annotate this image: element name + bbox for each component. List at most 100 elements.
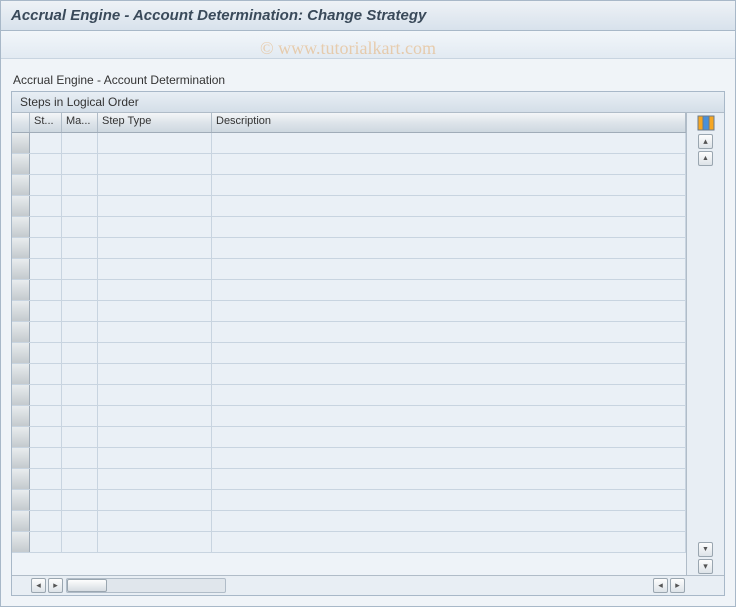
column-st[interactable]: St...	[30, 113, 62, 132]
table-row[interactable]	[12, 469, 686, 490]
row-selector[interactable]	[12, 469, 30, 489]
table-row[interactable]	[12, 427, 686, 448]
cell-step-type[interactable]	[98, 364, 212, 384]
scroll-left-end-button[interactable]: ◂	[653, 578, 668, 593]
cell-ma[interactable]	[62, 532, 98, 552]
cell-description[interactable]	[212, 490, 686, 510]
column-selector[interactable]	[12, 113, 30, 132]
table-row[interactable]	[12, 301, 686, 322]
cell-description[interactable]	[212, 448, 686, 468]
cell-step-type[interactable]	[98, 301, 212, 321]
scroll-page-up-button[interactable]: ▲	[698, 151, 713, 166]
cell-st[interactable]	[30, 448, 62, 468]
cell-step-type[interactable]	[98, 322, 212, 342]
cell-description[interactable]	[212, 322, 686, 342]
cell-description[interactable]	[212, 238, 686, 258]
row-selector[interactable]	[12, 490, 30, 510]
table-row[interactable]	[12, 280, 686, 301]
cell-description[interactable]	[212, 196, 686, 216]
cell-st[interactable]	[30, 154, 62, 174]
cell-st[interactable]	[30, 469, 62, 489]
cell-description[interactable]	[212, 154, 686, 174]
row-selector[interactable]	[12, 532, 30, 552]
cell-step-type[interactable]	[98, 406, 212, 426]
cell-step-type[interactable]	[98, 427, 212, 447]
row-selector[interactable]	[12, 133, 30, 153]
table-row[interactable]	[12, 385, 686, 406]
row-selector[interactable]	[12, 196, 30, 216]
cell-st[interactable]	[30, 385, 62, 405]
cell-st[interactable]	[30, 364, 62, 384]
table-row[interactable]	[12, 343, 686, 364]
table-row[interactable]	[12, 133, 686, 154]
cell-ma[interactable]	[62, 238, 98, 258]
cell-ma[interactable]	[62, 406, 98, 426]
row-selector[interactable]	[12, 448, 30, 468]
row-selector[interactable]	[12, 217, 30, 237]
cell-ma[interactable]	[62, 469, 98, 489]
cell-ma[interactable]	[62, 385, 98, 405]
cell-st[interactable]	[30, 301, 62, 321]
cell-ma[interactable]	[62, 196, 98, 216]
cell-step-type[interactable]	[98, 217, 212, 237]
cell-description[interactable]	[212, 406, 686, 426]
cell-st[interactable]	[30, 133, 62, 153]
cell-ma[interactable]	[62, 175, 98, 195]
cell-ma[interactable]	[62, 343, 98, 363]
cell-st[interactable]	[30, 259, 62, 279]
cell-st[interactable]	[30, 175, 62, 195]
cell-ma[interactable]	[62, 301, 98, 321]
scroll-up-button[interactable]: ▴	[698, 134, 713, 149]
row-selector[interactable]	[12, 154, 30, 174]
cell-step-type[interactable]	[98, 259, 212, 279]
table-row[interactable]	[12, 490, 686, 511]
row-selector[interactable]	[12, 406, 30, 426]
cell-ma[interactable]	[62, 322, 98, 342]
row-selector[interactable]	[12, 427, 30, 447]
cell-step-type[interactable]	[98, 490, 212, 510]
table-row[interactable]	[12, 448, 686, 469]
cell-ma[interactable]	[62, 133, 98, 153]
table-row[interactable]	[12, 532, 686, 553]
cell-st[interactable]	[30, 406, 62, 426]
cell-step-type[interactable]	[98, 511, 212, 531]
cell-description[interactable]	[212, 532, 686, 552]
cell-description[interactable]	[212, 133, 686, 153]
row-selector[interactable]	[12, 301, 30, 321]
cell-step-type[interactable]	[98, 532, 212, 552]
cell-description[interactable]	[212, 217, 686, 237]
cell-ma[interactable]	[62, 511, 98, 531]
cell-step-type[interactable]	[98, 343, 212, 363]
cell-ma[interactable]	[62, 490, 98, 510]
table-row[interactable]	[12, 238, 686, 259]
cell-description[interactable]	[212, 175, 686, 195]
row-selector[interactable]	[12, 238, 30, 258]
cell-step-type[interactable]	[98, 175, 212, 195]
cell-st[interactable]	[30, 343, 62, 363]
table-row[interactable]	[12, 154, 686, 175]
table-settings-icon[interactable]	[697, 115, 715, 131]
cell-step-type[interactable]	[98, 469, 212, 489]
row-selector[interactable]	[12, 343, 30, 363]
table-row[interactable]	[12, 259, 686, 280]
row-selector[interactable]	[12, 280, 30, 300]
row-selector[interactable]	[12, 364, 30, 384]
cell-ma[interactable]	[62, 427, 98, 447]
table-row[interactable]	[12, 511, 686, 532]
cell-step-type[interactable]	[98, 385, 212, 405]
cell-step-type[interactable]	[98, 448, 212, 468]
cell-ma[interactable]	[62, 280, 98, 300]
column-step-type[interactable]: Step Type	[98, 113, 212, 132]
cell-step-type[interactable]	[98, 196, 212, 216]
cell-description[interactable]	[212, 385, 686, 405]
cell-ma[interactable]	[62, 259, 98, 279]
table-row[interactable]	[12, 322, 686, 343]
row-selector[interactable]	[12, 175, 30, 195]
cell-description[interactable]	[212, 280, 686, 300]
cell-description[interactable]	[212, 427, 686, 447]
cell-step-type[interactable]	[98, 154, 212, 174]
cell-ma[interactable]	[62, 448, 98, 468]
column-description[interactable]: Description	[212, 113, 686, 132]
cell-st[interactable]	[30, 217, 62, 237]
cell-description[interactable]	[212, 511, 686, 531]
